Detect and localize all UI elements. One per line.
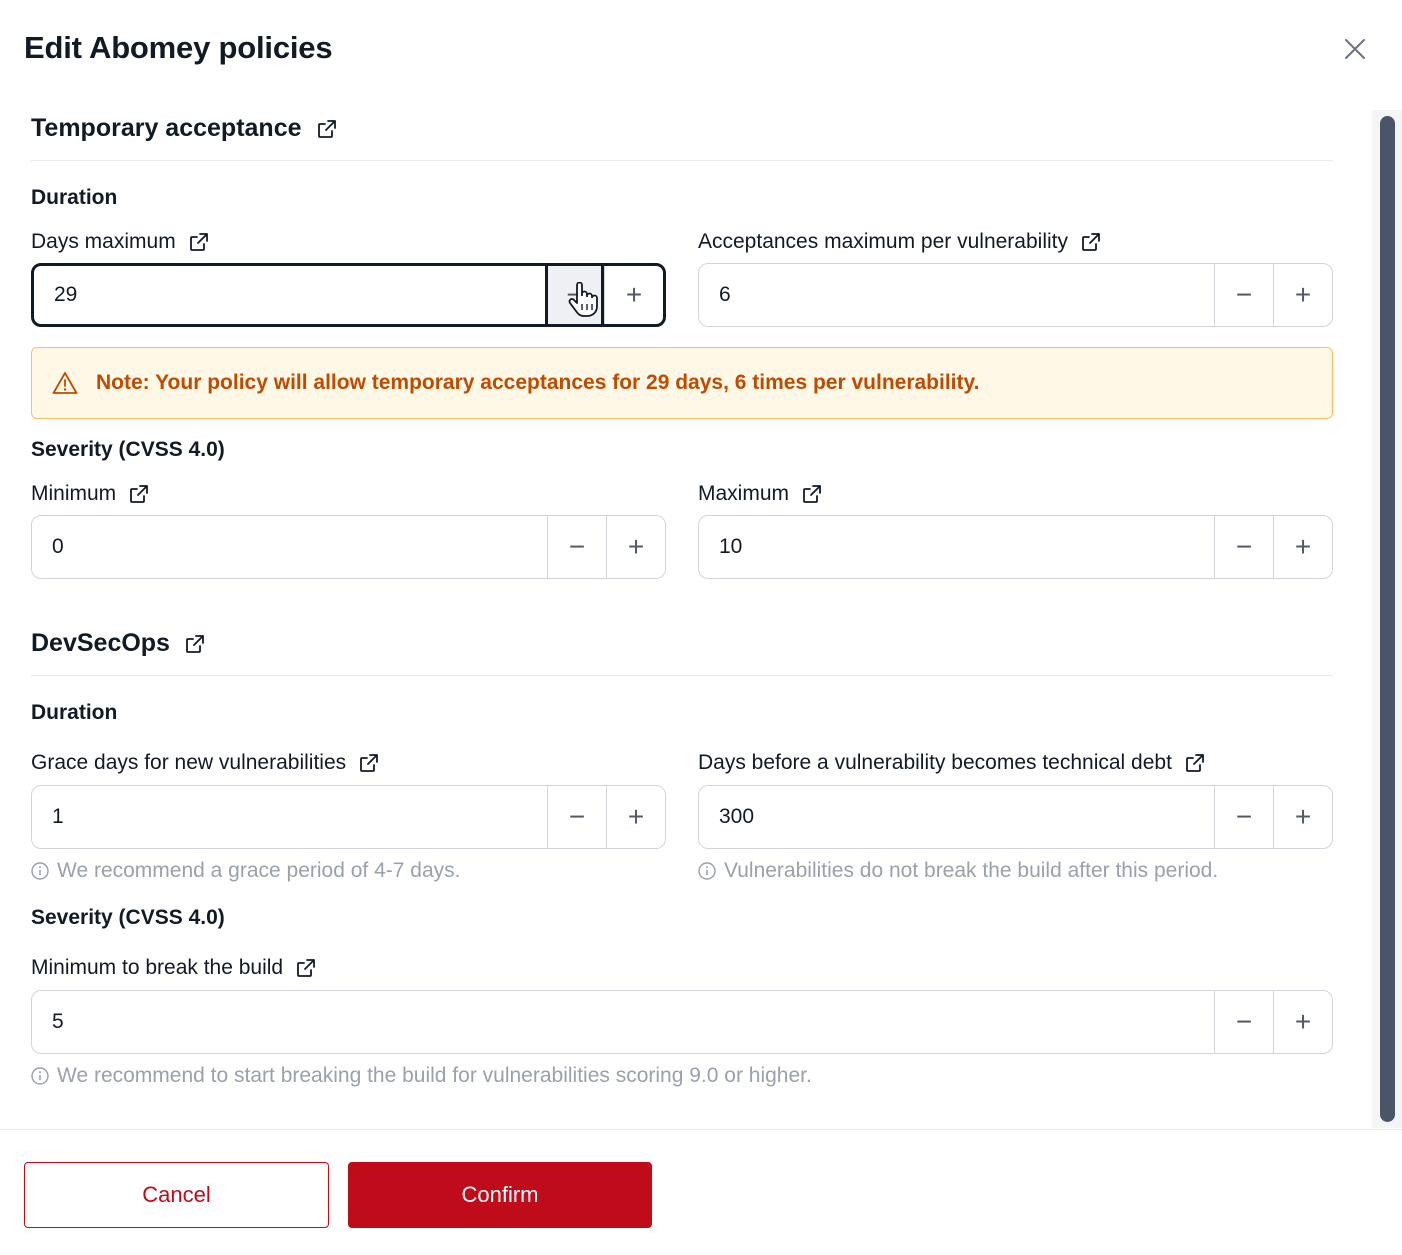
hint-text: Vulnerabilities do not break the build a… xyxy=(724,859,1219,882)
minimum-input[interactable]: 0 xyxy=(32,516,547,578)
footer-divider xyxy=(0,1129,1402,1130)
days-maximum-input[interactable]: 29 xyxy=(34,266,545,324)
grace-days-hint: We recommend a grace period of 4-7 days. xyxy=(31,859,460,883)
section-title-text: Temporary acceptance xyxy=(31,114,302,142)
days-maximum-stepper: 29 − + xyxy=(31,263,666,327)
tech-debt-days-hint: Vulnerabilities do not break the build a… xyxy=(698,859,1218,883)
hint-text: We recommend to start breaking the build… xyxy=(57,1064,812,1087)
info-icon xyxy=(698,862,716,880)
grace-days-stepper: 1 − + xyxy=(31,785,666,849)
section-title-text: DevSecOps xyxy=(31,629,170,657)
min-break-build-label-text: Minimum to break the build xyxy=(31,956,284,979)
decrement-button[interactable]: − xyxy=(545,266,604,324)
external-link-icon[interactable] xyxy=(128,483,150,505)
maximum-stepper: 10 − + xyxy=(698,515,1333,579)
note-text: Note: Your policy will allow temporary a… xyxy=(96,371,980,394)
severity-heading: Severity (CVSS 4.0) xyxy=(31,906,225,929)
grace-days-label-text: Grace days for new vulnerabilities xyxy=(31,751,347,774)
increment-button[interactable]: + xyxy=(1273,786,1332,848)
min-break-build-label: Minimum to break the build xyxy=(31,956,317,980)
duration-heading: Duration xyxy=(31,186,118,209)
days-maximum-label: Days maximum xyxy=(31,230,210,254)
decrement-button[interactable]: − xyxy=(1214,264,1273,326)
decrement-button[interactable]: − xyxy=(1214,786,1273,848)
close-icon xyxy=(1345,39,1365,59)
external-link-icon[interactable] xyxy=(1080,231,1102,253)
tech-debt-days-label: Days before a vulnerability becomes tech… xyxy=(698,751,1206,775)
increment-button[interactable]: + xyxy=(1273,516,1332,578)
external-link-icon[interactable] xyxy=(358,752,380,774)
info-icon xyxy=(31,862,49,880)
grace-days-input[interactable]: 1 xyxy=(32,786,547,848)
maximum-input[interactable]: 10 xyxy=(699,516,1214,578)
increment-button[interactable]: + xyxy=(1273,264,1332,326)
tech-debt-days-label-text: Days before a vulnerability becomes tech… xyxy=(698,751,1172,774)
policy-note: Note: Your policy will allow temporary a… xyxy=(31,347,1333,419)
divider xyxy=(31,160,1333,161)
confirm-button[interactable]: Confirm xyxy=(348,1162,652,1228)
duration-heading: Duration xyxy=(31,701,118,724)
section-title-devsecops: DevSecOps xyxy=(31,629,206,658)
increment-button[interactable]: + xyxy=(1273,991,1332,1053)
modal-title: Edit Abomey policies xyxy=(24,30,333,65)
maximum-label-text: Maximum xyxy=(698,482,790,505)
divider xyxy=(31,675,1333,676)
minimum-stepper: 0 − + xyxy=(31,515,666,579)
external-link-icon[interactable] xyxy=(295,957,317,979)
info-icon xyxy=(31,1067,49,1085)
external-link-icon[interactable] xyxy=(1184,752,1206,774)
increment-button[interactable]: + xyxy=(604,266,663,324)
hint-text: We recommend a grace period of 4-7 days. xyxy=(57,859,461,882)
increment-button[interactable]: + xyxy=(606,786,665,848)
external-link-icon[interactable] xyxy=(316,118,338,140)
decrement-button[interactable]: − xyxy=(547,786,606,848)
warning-icon xyxy=(52,372,78,394)
decrement-button[interactable]: − xyxy=(547,516,606,578)
acceptances-maximum-stepper: 6 − + xyxy=(698,263,1333,327)
hand-pointer-icon xyxy=(568,282,598,317)
minimum-label-text: Minimum xyxy=(31,482,117,505)
external-link-icon[interactable] xyxy=(801,483,823,505)
cancel-button[interactable]: Cancel xyxy=(24,1162,329,1228)
external-link-icon[interactable] xyxy=(184,633,206,655)
decrement-button[interactable]: − xyxy=(1214,991,1273,1053)
acceptances-maximum-input[interactable]: 6 xyxy=(699,264,1214,326)
minimum-label: Minimum xyxy=(31,482,150,506)
min-break-build-stepper: 5 − + xyxy=(31,990,1333,1054)
external-link-icon[interactable] xyxy=(188,231,210,253)
days-maximum-label-text: Days maximum xyxy=(31,230,176,253)
acceptances-maximum-label: Acceptances maximum per vulnerability xyxy=(698,230,1102,254)
min-break-build-hint: We recommend to start breaking the build… xyxy=(31,1064,812,1088)
scrollbar-thumb[interactable] xyxy=(1380,116,1395,1122)
maximum-label: Maximum xyxy=(698,482,823,506)
modal-header: Edit Abomey policies xyxy=(24,30,1378,70)
decrement-button[interactable]: − xyxy=(1214,516,1273,578)
acceptances-maximum-label-text: Acceptances maximum per vulnerability xyxy=(698,230,1068,253)
grace-days-label: Grace days for new vulnerabilities xyxy=(31,751,380,775)
severity-heading: Severity (CVSS 4.0) xyxy=(31,438,225,461)
section-title-temporary-acceptance: Temporary acceptance xyxy=(31,114,338,143)
tech-debt-days-stepper: 300 − + xyxy=(698,785,1333,849)
close-button[interactable] xyxy=(1342,36,1368,62)
increment-button[interactable]: + xyxy=(606,516,665,578)
min-break-build-input[interactable]: 5 xyxy=(32,991,1214,1053)
tech-debt-days-input[interactable]: 300 xyxy=(699,786,1214,848)
